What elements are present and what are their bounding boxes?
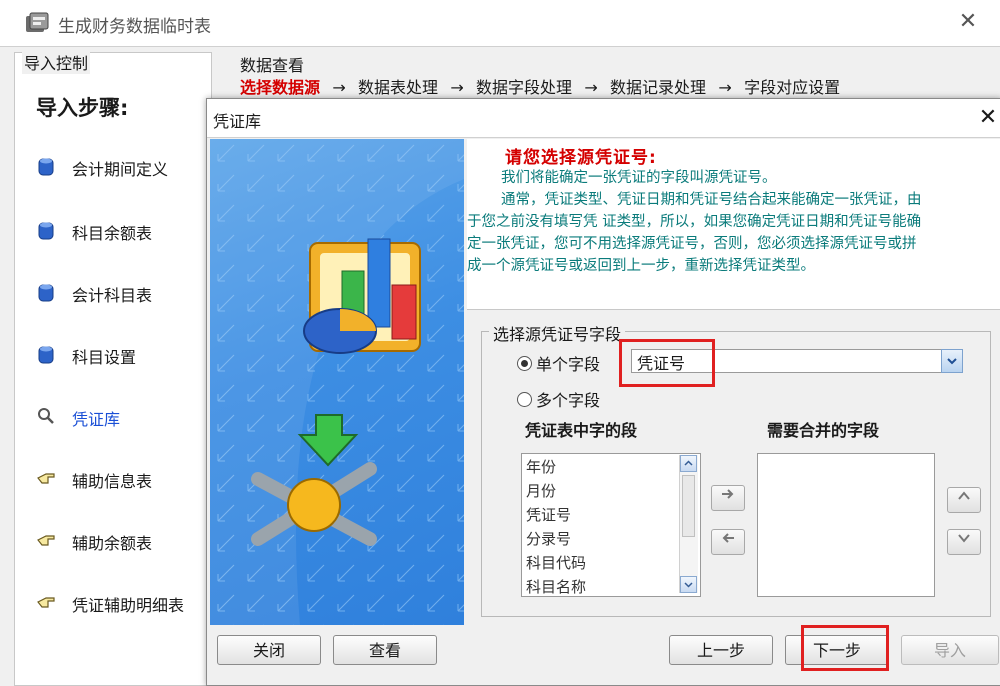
wizard-illustration xyxy=(210,139,464,625)
single-field-radio[interactable]: 单个字段 xyxy=(517,351,600,375)
source-fields-label: 凭证表中字的段 xyxy=(525,421,638,440)
step-chart-of-accounts[interactable]: 会计科目表 xyxy=(34,278,210,308)
dropdown-button[interactable] xyxy=(941,349,963,373)
multi-field-label: 多个字段 xyxy=(536,391,601,410)
selected-field-highlight xyxy=(619,339,715,387)
arrow-right-icon xyxy=(722,489,734,499)
instructions-panel: 请您选择源凭证号: 我们将能确定一张凭证的字段叫源凭证号。 通常，凭证类型、凭证… xyxy=(467,139,1000,310)
step-voucher-library[interactable]: 凭证库 xyxy=(34,402,210,432)
step-auxiliary-info[interactable]: 辅助信息表 xyxy=(34,464,210,494)
progress-arrow: → xyxy=(584,78,598,97)
magnifier-icon xyxy=(38,408,54,424)
add-field-button[interactable] xyxy=(711,485,745,511)
pointing-hand-icon xyxy=(37,597,55,608)
step-label: 会计科目表 xyxy=(72,286,153,305)
instructions-line: 定一张凭证，您可不用选择源凭证号，否则，您必须选择源凭证号或拼 xyxy=(467,236,917,252)
progress-arrow: → xyxy=(718,78,732,97)
cylinder-icon xyxy=(38,158,54,176)
window-close-button[interactable]: ✕ xyxy=(954,8,982,36)
step-auxiliary-balance[interactable]: 辅助余额表 xyxy=(34,526,210,556)
step-account-settings[interactable]: 科目设置 xyxy=(34,340,210,370)
wizard-progress: 选择数据源 → 数据表处理 → 数据字段处理 → 数据记录处理 → 字段对应设置 xyxy=(240,74,840,98)
source-list-scrollbar[interactable] xyxy=(679,455,698,593)
step-label: 凭证库 xyxy=(72,410,121,429)
list-item[interactable]: 科目代码 xyxy=(526,552,586,573)
pointing-hand-icon xyxy=(37,535,55,546)
next-step-highlight xyxy=(801,625,889,671)
radio-unselected-icon xyxy=(517,392,532,407)
wizard-art xyxy=(210,139,464,625)
merge-fields-label: 需要合并的字段 xyxy=(767,421,880,440)
radio-selected-icon xyxy=(517,356,532,371)
step-account-balance[interactable]: 科目余额表 xyxy=(34,216,210,246)
cylinder-icon xyxy=(38,346,54,364)
single-field-label: 单个字段 xyxy=(536,355,601,374)
progress-arrow: → xyxy=(450,78,464,97)
close-button[interactable]: 关闭 xyxy=(217,635,321,665)
dialog-close-button[interactable]: ✕ xyxy=(975,103,1000,133)
dialog-title-bar xyxy=(207,99,1000,138)
step-accounting-period[interactable]: 会计期间定义 xyxy=(34,152,210,182)
instructions-line: 成一个源凭证号或返回到上一步，重新选择凭证类型。 xyxy=(467,258,815,274)
step-label: 科目余额表 xyxy=(72,224,153,243)
list-item[interactable]: 科目名称 xyxy=(526,576,586,596)
arrow-down-icon xyxy=(958,534,970,543)
list-item[interactable]: 分录号 xyxy=(526,528,571,549)
scroll-down-button[interactable] xyxy=(680,576,697,593)
data-view-label: 数据查看 xyxy=(240,56,305,75)
voucher-library-dialog: 凭证库 ✕ 请您选择源凭证号: 我们将能确定一张凭证的字段叫源凭证号。 通常，凭… xyxy=(206,98,1000,686)
chevron-up-icon xyxy=(684,460,693,466)
scroll-thumb[interactable] xyxy=(682,475,695,537)
cylinder-icon xyxy=(38,284,54,302)
step-label: 辅助余额表 xyxy=(72,534,153,553)
multi-field-radio[interactable]: 多个字段 xyxy=(517,387,600,411)
cylinder-icon xyxy=(38,222,54,240)
merge-fields-list[interactable] xyxy=(757,453,935,597)
instructions-line: 通常，凭证类型、凭证日期和凭证号结合起来能确定一张凭证，由 xyxy=(501,192,922,208)
list-item[interactable]: 年份 xyxy=(526,456,556,477)
previous-step-button[interactable]: 上一步 xyxy=(669,635,773,665)
scroll-up-button[interactable] xyxy=(680,455,697,472)
progress-step: 数据记录处理 xyxy=(610,78,707,97)
list-item[interactable]: 凭证号 xyxy=(526,504,571,525)
step-label: 科目设置 xyxy=(72,348,137,367)
pointing-hand-icon xyxy=(37,473,55,484)
step-label: 会计期间定义 xyxy=(72,160,169,179)
instructions-body: 我们将能确定一张凭证的字段叫源凭证号。 通常，凭证类型、凭证日期和凭证号结合起来… xyxy=(467,167,999,277)
import-steps-heading: 导入步骤: xyxy=(36,96,129,120)
step-voucher-aux-detail[interactable]: 凭证辅助明细表 xyxy=(34,588,210,618)
chevron-down-icon xyxy=(684,582,693,588)
view-button[interactable]: 查看 xyxy=(333,635,437,665)
app-icon xyxy=(26,12,49,32)
list-item[interactable]: 月份 xyxy=(526,480,556,501)
step-label: 辅助信息表 xyxy=(72,472,153,491)
window-title: 生成财务数据临时表 xyxy=(58,17,211,37)
move-down-button[interactable] xyxy=(947,529,981,555)
arrow-up-icon xyxy=(958,491,970,500)
instructions-line: 于您之前没有填写凭 证类型，所以，如果您确定凭证日期和凭证号能确 xyxy=(467,214,922,230)
field-group-label: 选择源凭证号字段 xyxy=(489,321,626,345)
chevron-down-icon xyxy=(947,358,957,365)
import-control-label: 导入控制 xyxy=(22,50,91,74)
progress-step: 字段对应设置 xyxy=(744,78,841,97)
instructions-line: 我们将能确定一张凭证的字段叫源凭证号。 xyxy=(501,170,777,186)
progress-step: 数据表处理 xyxy=(358,78,439,97)
instructions-heading: 请您选择源凭证号: xyxy=(505,148,657,168)
progress-arrow: → xyxy=(332,78,346,97)
progress-step-current: 选择数据源 xyxy=(240,78,321,97)
progress-step: 数据字段处理 xyxy=(476,78,573,97)
move-up-button[interactable] xyxy=(947,487,981,513)
dialog-title: 凭证库 xyxy=(213,112,262,131)
step-label: 凭证辅助明细表 xyxy=(72,596,185,615)
import-button[interactable]: 导入 xyxy=(901,635,999,665)
arrow-left-icon xyxy=(722,533,734,543)
source-fields-list[interactable]: 年份 月份 凭证号 分录号 科目代码 科目名称 xyxy=(521,453,701,597)
remove-field-button[interactable] xyxy=(711,529,745,555)
